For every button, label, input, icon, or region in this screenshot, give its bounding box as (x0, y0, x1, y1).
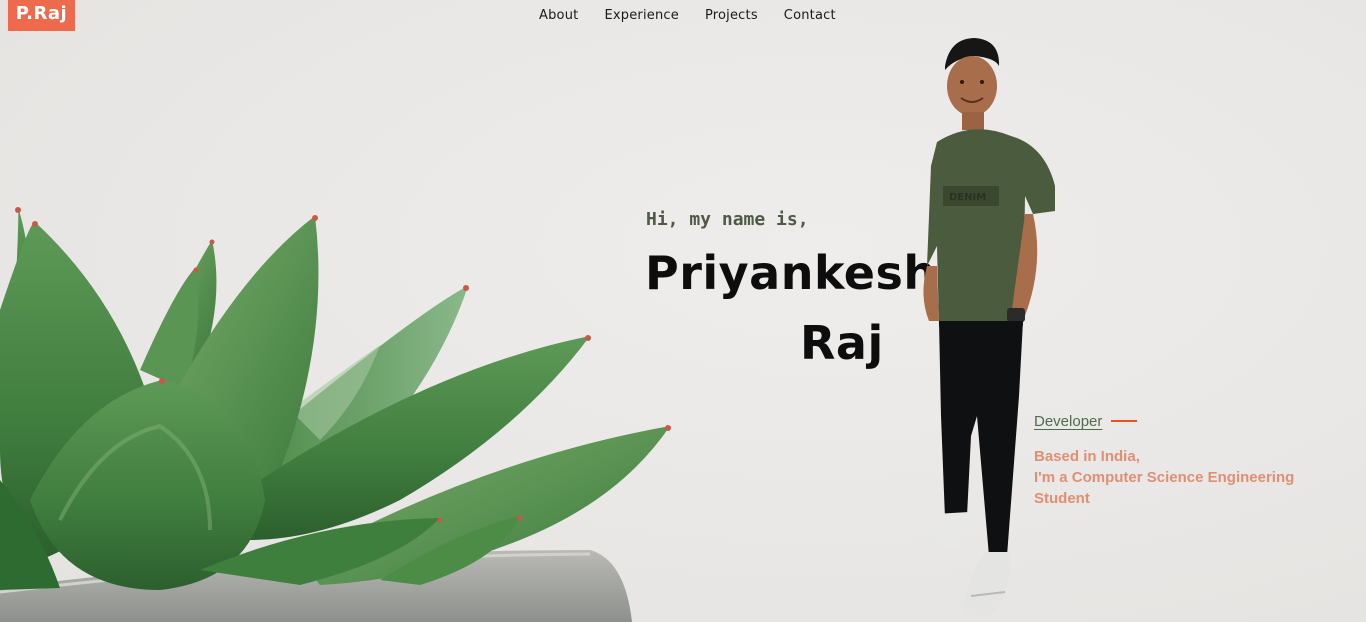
role-tag: Developer (1034, 413, 1138, 430)
hero-greeting: Hi, my name is, (646, 209, 809, 230)
hero-first-name: Priyankesh (645, 246, 937, 300)
nav-link-contact[interactable]: Contact (784, 6, 836, 26)
nav-link-projects[interactable]: Projects (705, 6, 758, 26)
role-accent-line (1111, 419, 1138, 422)
succulent-plant-icon (0, 207, 671, 622)
bio-line: Based in India, (1034, 448, 1140, 465)
portfolio-page: P.Raj About Experience Projects Contact (0, 0, 1366, 622)
bio-line: Student (1034, 490, 1090, 507)
person-portrait-icon: DENIM (923, 38, 1055, 617)
main-nav: About Experience Projects Contact (539, 6, 862, 26)
nav-link-experience[interactable]: Experience (604, 6, 679, 26)
svg-text:DENIM: DENIM (949, 192, 986, 203)
hero-last-name: Raj (800, 316, 884, 370)
role-label[interactable]: Developer (1034, 413, 1102, 430)
logo[interactable]: P.Raj (8, 0, 75, 31)
bio-line: I'm a Computer Science Engineering (1034, 469, 1295, 486)
hero-bio: Based in India, I'm a Computer Science E… (1034, 446, 1334, 509)
nav-link-about[interactable]: About (539, 6, 578, 26)
